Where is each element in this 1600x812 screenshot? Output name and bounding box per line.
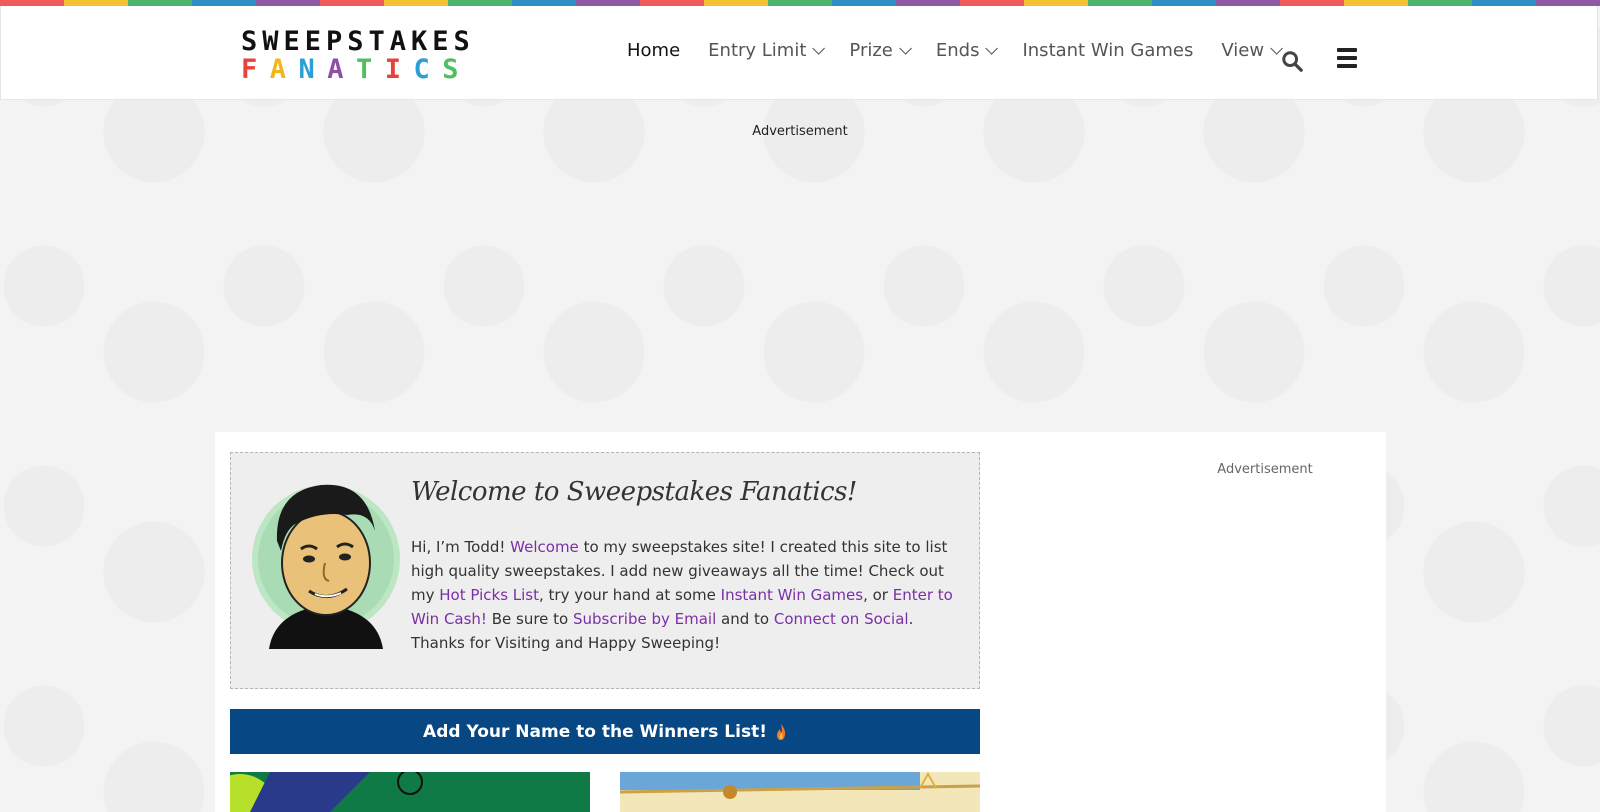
site-header: SWEEPSTAKES FANATICS Home Entry Limit Pr… bbox=[0, 6, 1598, 100]
text-span: Be sure to bbox=[486, 610, 573, 628]
link-instant-win-games[interactable]: Instant Win Games bbox=[721, 586, 863, 604]
link-welcome[interactable]: Welcome bbox=[510, 538, 579, 556]
winners-list-button-label: Add Your Name to the Winners List! bbox=[423, 721, 767, 742]
main-content: Welcome to Sweepstakes Fanatics! Hi, I’m… bbox=[215, 432, 1386, 812]
welcome-box: Welcome to Sweepstakes Fanatics! Hi, I’m… bbox=[230, 452, 980, 689]
text-span: , try your hand at some bbox=[539, 586, 721, 604]
logo-letter: I bbox=[384, 54, 402, 85]
sweepstakes-card-thumbnail[interactable] bbox=[620, 772, 980, 812]
card-image bbox=[620, 772, 980, 812]
link-connect-on-social[interactable]: Connect on Social bbox=[774, 610, 909, 628]
ad-label-side: Advertisement bbox=[1217, 462, 1313, 477]
nav-prize[interactable]: Prize bbox=[849, 40, 912, 61]
logo-letter: A bbox=[327, 54, 344, 85]
logo-letter: C bbox=[413, 54, 430, 85]
logo-line-1: SWEEPSTAKES bbox=[241, 26, 475, 57]
nav-home-label: Home bbox=[627, 40, 681, 61]
link-hot-picks-list[interactable]: Hot Picks List bbox=[439, 586, 539, 604]
logo-letter: F bbox=[241, 54, 258, 85]
ad-label-top: Advertisement bbox=[752, 124, 848, 139]
chevron-down-icon bbox=[985, 42, 999, 55]
chevron-down-icon bbox=[899, 42, 912, 55]
logo-letter: A bbox=[269, 54, 287, 85]
search-icon[interactable] bbox=[1281, 50, 1303, 72]
nav-view[interactable]: View bbox=[1221, 40, 1284, 61]
welcome-text: Hi, I’m Todd! Welcome to my sweepstakes … bbox=[411, 535, 956, 655]
hamburger-menu-icon[interactable] bbox=[1337, 48, 1357, 70]
nav-prize-label: Prize bbox=[849, 40, 893, 61]
nav-entry-limit[interactable]: Entry Limit bbox=[708, 40, 826, 61]
logo-line-2: FANATICS bbox=[241, 56, 471, 84]
nav-ends-label: Ends bbox=[935, 40, 980, 61]
logo-letter: T bbox=[356, 54, 373, 85]
text-span: and to bbox=[716, 610, 774, 628]
text-span: Hi, I’m Todd! bbox=[411, 538, 511, 556]
text-span: , or bbox=[863, 586, 893, 604]
nav-instant-win-label: Instant Win Games bbox=[1022, 40, 1194, 61]
main-nav: Home Entry Limit Prize Ends Instant Win … bbox=[627, 40, 1307, 61]
nav-ends[interactable]: Ends bbox=[935, 40, 999, 61]
avatar bbox=[252, 484, 400, 649]
logo-letter: S bbox=[442, 54, 459, 85]
nav-instant-win-games[interactable]: Instant Win Games bbox=[1022, 40, 1193, 61]
fire-icon bbox=[776, 723, 786, 740]
logo-letter: N bbox=[298, 54, 315, 85]
sweepstakes-card-thumbnail[interactable] bbox=[230, 772, 590, 812]
site-logo[interactable]: SWEEPSTAKES FANATICS bbox=[241, 28, 471, 84]
nav-home[interactable]: Home bbox=[627, 40, 680, 61]
chevron-down-icon bbox=[812, 42, 826, 55]
card-image bbox=[230, 772, 590, 812]
welcome-title: Welcome to Sweepstakes Fanatics! bbox=[411, 477, 857, 507]
winners-list-button[interactable]: Add Your Name to the Winners List! bbox=[230, 709, 980, 754]
link-subscribe-by-email[interactable]: Subscribe by Email bbox=[573, 610, 716, 628]
nav-view-label: View bbox=[1221, 40, 1265, 61]
nav-entry-limit-label: Entry Limit bbox=[708, 40, 807, 61]
